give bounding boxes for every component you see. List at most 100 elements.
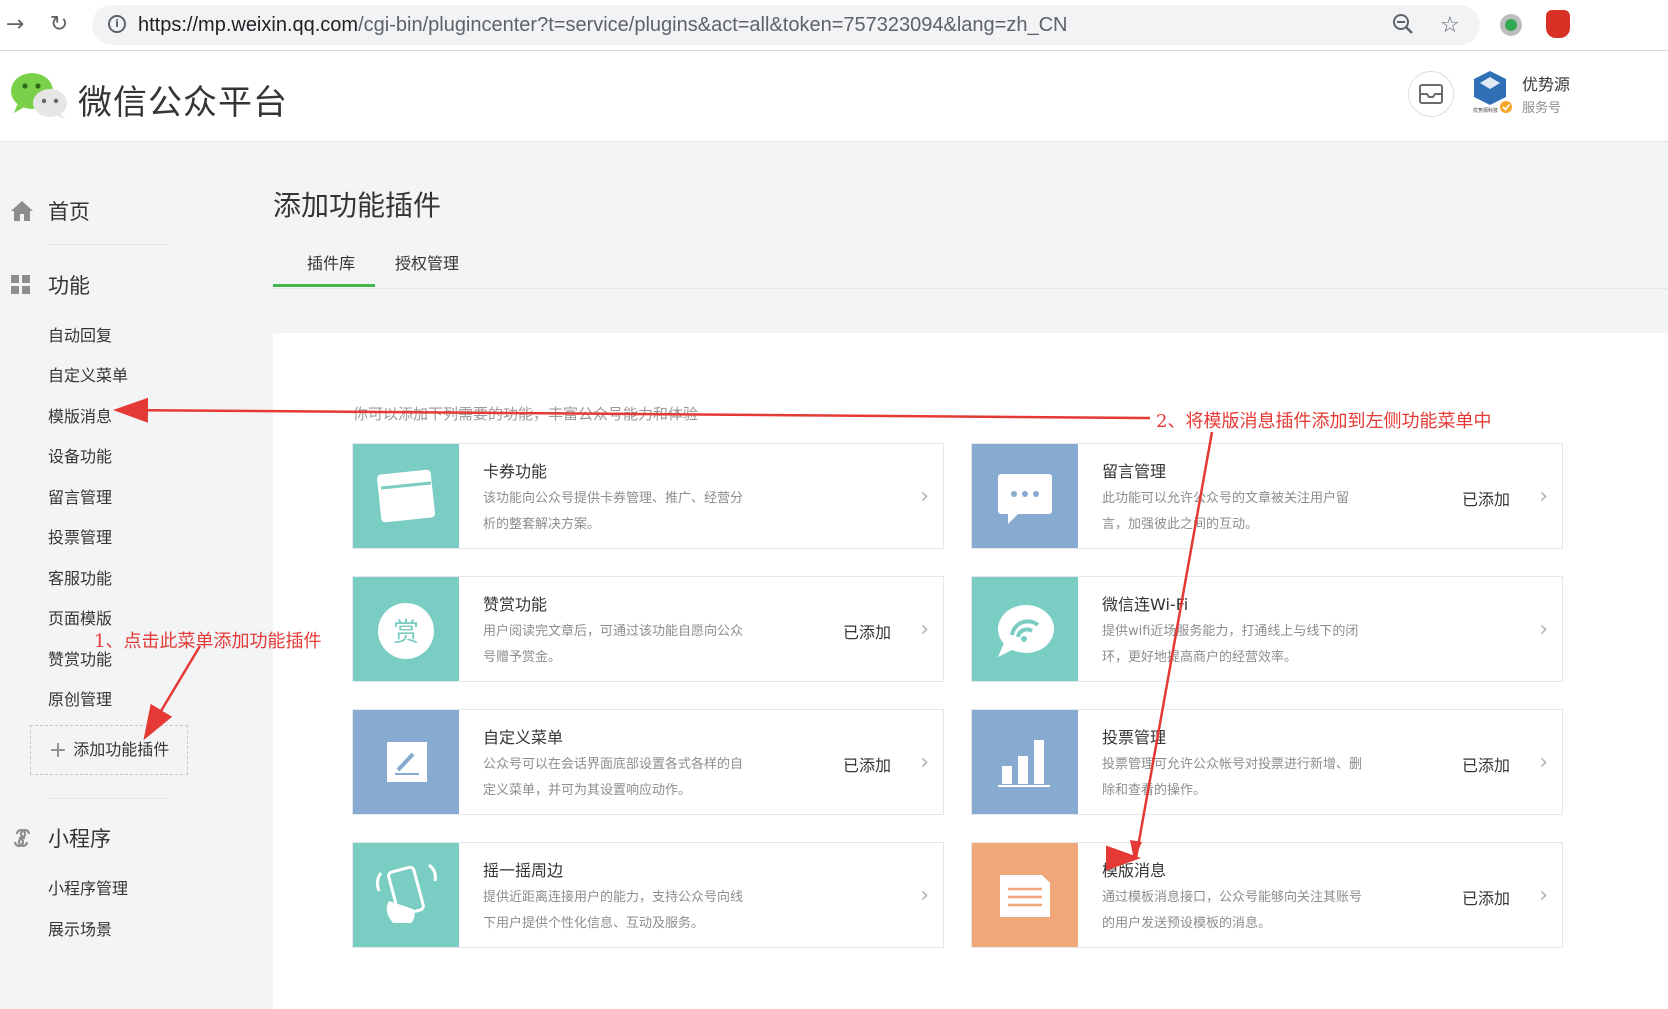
page-title: 添加功能插件 bbox=[273, 189, 442, 222]
bar-chart-icon bbox=[972, 710, 1078, 814]
chevron-right-icon[interactable]: › bbox=[920, 617, 929, 642]
chevron-right-icon[interactable]: › bbox=[920, 484, 929, 509]
template-icon bbox=[972, 843, 1078, 947]
tab-plugin-library[interactable]: 插件库 bbox=[307, 250, 355, 274]
plugin-status: 已添加 bbox=[842, 756, 891, 775]
grid-icon bbox=[10, 274, 36, 301]
chevron-right-icon[interactable]: › bbox=[1539, 883, 1548, 908]
edit-icon bbox=[353, 710, 459, 814]
svg-text:优势源科技: 优势源科技 bbox=[1473, 107, 1498, 114]
plugin-status: 已添加 bbox=[1461, 490, 1510, 509]
plugin-card-template-message[interactable]: 模版消息 通过模板消息接口，公众号能够向关注其账号的用户发送预设模板的消息。 已… bbox=[971, 842, 1563, 948]
plugin-desc: 提供wifi近场服务能力，打通线上与线下的闭环，更好地提高商户的经营效率。 bbox=[1102, 624, 1359, 665]
sidebar-item-miniprogram-manage[interactable]: 小程序管理 bbox=[48, 875, 128, 899]
plugin-desc: 投票管理可允许公众帐号对投票进行新增、删除和查看的操作。 bbox=[1102, 757, 1363, 798]
sidebar-item-template-message[interactable]: 模版消息 bbox=[48, 403, 112, 427]
active-tab-indicator bbox=[273, 284, 375, 287]
tab-bar: 插件库 授权管理 bbox=[273, 240, 1668, 289]
plugin-desc: 用户阅读完文章后，可通过该功能自愿向公众号赠予赏金。 bbox=[483, 624, 744, 665]
sidebar-item-comments[interactable]: 留言管理 bbox=[48, 484, 112, 508]
sidebar-function-label: 功能 bbox=[48, 274, 90, 298]
sidebar-divider bbox=[48, 244, 170, 245]
address-bar[interactable]: i https://mp.weixin.qq.com/cgi-bin/plugi… bbox=[92, 5, 1480, 45]
sidebar-item-voting[interactable]: 投票管理 bbox=[48, 524, 112, 548]
plugin-title: 卡券功能 bbox=[483, 462, 548, 481]
chevron-right-icon[interactable]: › bbox=[1539, 617, 1548, 642]
sidebar-item-display-scene[interactable]: 展示场景 bbox=[48, 916, 112, 940]
sidebar-item-auto-reply[interactable]: 自动回复 bbox=[48, 322, 112, 346]
plugin-desc: 该功能向公众号提供卡券管理、推广、经营分析的整套解决方案。 bbox=[483, 491, 744, 532]
plugin-title: 模版消息 bbox=[1102, 861, 1167, 880]
sidebar-item-device[interactable]: 设备功能 bbox=[48, 443, 112, 467]
url-path: /cgi-bin/plugincenter?t=service/plugins&… bbox=[358, 14, 1068, 36]
browser-toolbar: → ↻ i https://mp.weixin.qq.com/cgi-bin/p… bbox=[0, 0, 1668, 51]
sidebar-home[interactable]: 首页 bbox=[10, 196, 90, 227]
plugin-card-voting[interactable]: 投票管理 投票管理可允许公众帐号对投票进行新增、删除和查看的操作。 已添加 › bbox=[971, 709, 1563, 815]
url-text[interactable]: https://mp.weixin.qq.com/cgi-bin/pluginc… bbox=[138, 14, 1067, 37]
sidebar-divider bbox=[48, 798, 170, 799]
sidebar-item-customer-service[interactable]: 客服功能 bbox=[48, 565, 112, 589]
plugin-title: 微信连Wi-Fi bbox=[1102, 595, 1189, 614]
plugin-card-reward[interactable]: 赏 赞赏功能 用户阅读完文章后，可通过该功能自愿向公众号赠予赏金。 已添加 › bbox=[352, 576, 944, 682]
sidebar-item-custom-menu[interactable]: 自定义菜单 bbox=[48, 362, 128, 386]
zoom-icon[interactable] bbox=[1392, 13, 1414, 41]
url-host: https://mp.weixin.qq.com bbox=[138, 14, 359, 36]
annotation-step2: 2、将模版消息插件添加到左侧功能菜单中 bbox=[1156, 411, 1492, 432]
plugin-title: 自定义菜单 bbox=[483, 728, 564, 747]
add-plugin-button[interactable]: + 添加功能插件 bbox=[30, 725, 188, 775]
plugin-title: 留言管理 bbox=[1102, 462, 1167, 481]
sidebar-function-section: 功能 bbox=[10, 270, 90, 301]
home-icon bbox=[10, 200, 36, 227]
sidebar-item-page-template[interactable]: 页面模版 bbox=[48, 605, 112, 629]
extension-red-icon[interactable] bbox=[1546, 10, 1570, 38]
chevron-right-icon[interactable]: › bbox=[1539, 484, 1548, 509]
plugin-desc: 通过模板消息接口，公众号能够向关注其账号的用户发送预设模板的消息。 bbox=[1102, 890, 1363, 931]
account-avatar[interactable]: 优势源科技 bbox=[1470, 69, 1512, 115]
sidebar-item-original[interactable]: 原创管理 bbox=[48, 686, 112, 710]
plus-icon: + bbox=[48, 738, 68, 763]
chevron-right-icon[interactable]: › bbox=[1539, 750, 1548, 775]
plugin-card-custom-menu[interactable]: 自定义菜单 公众号可以在会话界面底部设置各式各样的自定义菜单，并可为其设置响应动… bbox=[352, 709, 944, 815]
forward-icon[interactable]: → bbox=[2, 12, 28, 38]
extension-green-icon[interactable] bbox=[1500, 14, 1522, 36]
plugin-title: 投票管理 bbox=[1102, 728, 1167, 747]
tab-authorization[interactable]: 授权管理 bbox=[395, 250, 459, 274]
plugin-card-shake[interactable]: 摇一摇周边 提供近距离连接用户的能力，支持公众号向线下用户提供个性化信息、互动及… bbox=[352, 842, 944, 948]
sidebar-miniprogram-section: 小程序 bbox=[10, 823, 111, 855]
mail-icon bbox=[1419, 84, 1443, 104]
reload-icon[interactable]: ↻ bbox=[46, 12, 72, 38]
reward-icon: 赏 bbox=[353, 577, 459, 681]
sidebar-miniprogram-label: 小程序 bbox=[48, 827, 111, 851]
wifi-icon bbox=[972, 577, 1078, 681]
plugin-card-comments[interactable]: 留言管理 此功能可以允许公众号的文章被关注用户留言，加强彼此之间的互动。 已添加… bbox=[971, 443, 1563, 549]
sidebar-home-label: 首页 bbox=[48, 200, 90, 224]
bookmark-star-icon[interactable]: ☆ bbox=[1440, 13, 1460, 38]
annotation-step1: 1、点击此菜单添加功能插件 bbox=[94, 631, 322, 652]
plugin-desc: 公众号可以在会话界面底部设置各式各样的自定义菜单，并可为其设置响应动作。 bbox=[483, 757, 744, 798]
plugin-desc: 提供近距离连接用户的能力，支持公众号向线下用户提供个性化信息、互动及服务。 bbox=[483, 890, 744, 931]
message-button[interactable] bbox=[1408, 71, 1454, 117]
account-name[interactable]: 优势源 bbox=[1522, 71, 1570, 95]
plugin-card-coupon[interactable]: 卡券功能 该功能向公众号提供卡券管理、推广、经营分析的整套解决方案。 › bbox=[352, 443, 944, 549]
site-title[interactable]: 微信公众平台 bbox=[78, 75, 288, 124]
chevron-right-icon[interactable]: › bbox=[920, 883, 929, 908]
comment-icon bbox=[972, 444, 1078, 548]
intro-text: 你可以添加下列需要的功能，丰富公众号能力和体验 bbox=[353, 405, 699, 423]
plugin-card-wifi[interactable]: 微信连Wi-Fi 提供wifi近场服务能力，打通线上与线下的闭环，更好地提高商户… bbox=[971, 576, 1563, 682]
plugin-title: 摇一摇周边 bbox=[483, 861, 564, 880]
sidebar: 首页 功能 自动回复 自定义菜单 模版消息 设备功能 留言管理 投票管理 客服功… bbox=[0, 142, 250, 1009]
card-icon bbox=[353, 444, 459, 548]
svg-text:赏: 赏 bbox=[393, 618, 419, 648]
plugin-status: 已添加 bbox=[1461, 756, 1510, 775]
plugin-desc: 此功能可以允许公众号的文章被关注用户留言，加强彼此之间的互动。 bbox=[1102, 491, 1350, 532]
wechat-logo-icon[interactable] bbox=[10, 71, 68, 121]
account-type: 服务号 bbox=[1522, 101, 1562, 116]
shake-icon bbox=[353, 843, 459, 947]
plugin-status: 已添加 bbox=[842, 623, 891, 642]
chevron-right-icon[interactable]: › bbox=[920, 750, 929, 775]
plugin-title: 赞赏功能 bbox=[483, 595, 548, 614]
site-info-icon[interactable]: i bbox=[108, 15, 126, 33]
miniprogram-icon bbox=[10, 826, 36, 855]
site-header: 微信公众平台 优势源科技 优势源 服务号 bbox=[0, 51, 1668, 142]
plugin-status: 已添加 bbox=[1461, 889, 1510, 908]
